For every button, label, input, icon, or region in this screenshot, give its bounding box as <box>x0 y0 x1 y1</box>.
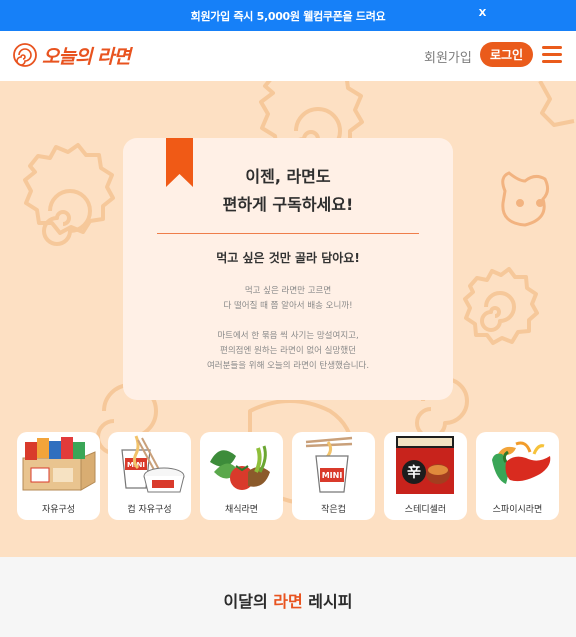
mini-cup-icon: MINI <box>305 436 353 493</box>
category-label: 자유구성 <box>41 505 76 515</box>
svg-text:MINI: MINI <box>322 471 343 480</box>
category-label: 채식라면 <box>224 505 259 515</box>
hero-subtitle: 먹고 싶은 것만 골라 담아요! <box>216 251 360 265</box>
cup-noodle-icon: MINI <box>121 435 185 493</box>
category-vegetarian[interactable]: 채식라면 <box>200 432 283 520</box>
category-label: 스파이시라면 <box>492 505 543 515</box>
subscription-intro-card: 이젠, 라면도 편하게 구독하세요! 먹고 싶은 것만 골라 담아요! 먹고 싶… <box>123 138 453 400</box>
category-label: 작은컵 <box>321 505 346 515</box>
promo-text: 회원가입 즉시 5,000원 웰컴쿠폰을 드려요 <box>190 9 386 23</box>
category-spicy[interactable]: 스파이시라면 <box>476 432 559 520</box>
monthly-recipe-section: 이달의 라면 레시피 <box>0 557 576 637</box>
card-divider <box>157 233 419 234</box>
category-label: 스테디셀러 <box>404 505 447 515</box>
naruto-logo-icon <box>13 43 37 67</box>
shin-ramyun-icon: 辛 <box>396 436 454 494</box>
promo-banner: 회원가입 즉시 5,000원 웰컴쿠폰을 드려요 X <box>0 0 576 31</box>
hero-paragraph-2: 마트에서 한 묶음 씩 사기는 망설여지고, 편의점엔 원하는 라면이 없어 실… <box>206 331 370 371</box>
logo-text: 오늘의 라면 <box>42 45 131 68</box>
hero-section: 이젠, 라면도 편하게 구독하세요! 먹고 싶은 것만 골라 담아요! 먹고 싶… <box>0 81 576 557</box>
promo-close-button[interactable]: X <box>479 8 487 19</box>
chili-pepper-icon <box>492 441 551 484</box>
signup-link[interactable]: 회원가입 <box>424 47 472 66</box>
vegetables-icon <box>210 445 270 490</box>
svg-text:辛: 辛 <box>407 464 421 481</box>
hero-title: 이젠, 라면도 편하게 구독하세요! <box>222 167 354 214</box>
category-list: 자유구성 MINI 컵 자유구성 채식라면 MINI 작은컵 辛 스테디셀러 스… <box>17 432 559 520</box>
site-logo[interactable]: 오늘의 라면 <box>12 39 131 71</box>
recipe-section-title: 이달의 라면 레시피 <box>223 592 353 611</box>
ramen-box-icon <box>22 437 96 491</box>
site-header: 오늘의 라면 회원가입 로그인 <box>0 31 576 81</box>
category-free-set[interactable]: 자유구성 <box>17 432 100 520</box>
hero-paragraph-1: 먹고 싶은 라면만 고르면 다 떨어질 때 쯤 알아서 배송 오니까! <box>223 286 353 311</box>
category-small-cup[interactable]: MINI 작은컵 <box>292 432 375 520</box>
login-button[interactable]: 로그인 <box>480 42 533 67</box>
category-label: 컵 자유구성 <box>127 505 172 515</box>
category-steady-seller[interactable]: 辛 스테디셀러 <box>384 432 467 520</box>
hamburger-menu-icon[interactable] <box>542 46 562 63</box>
category-cup-free-set[interactable]: MINI 컵 자유구성 <box>108 432 191 520</box>
